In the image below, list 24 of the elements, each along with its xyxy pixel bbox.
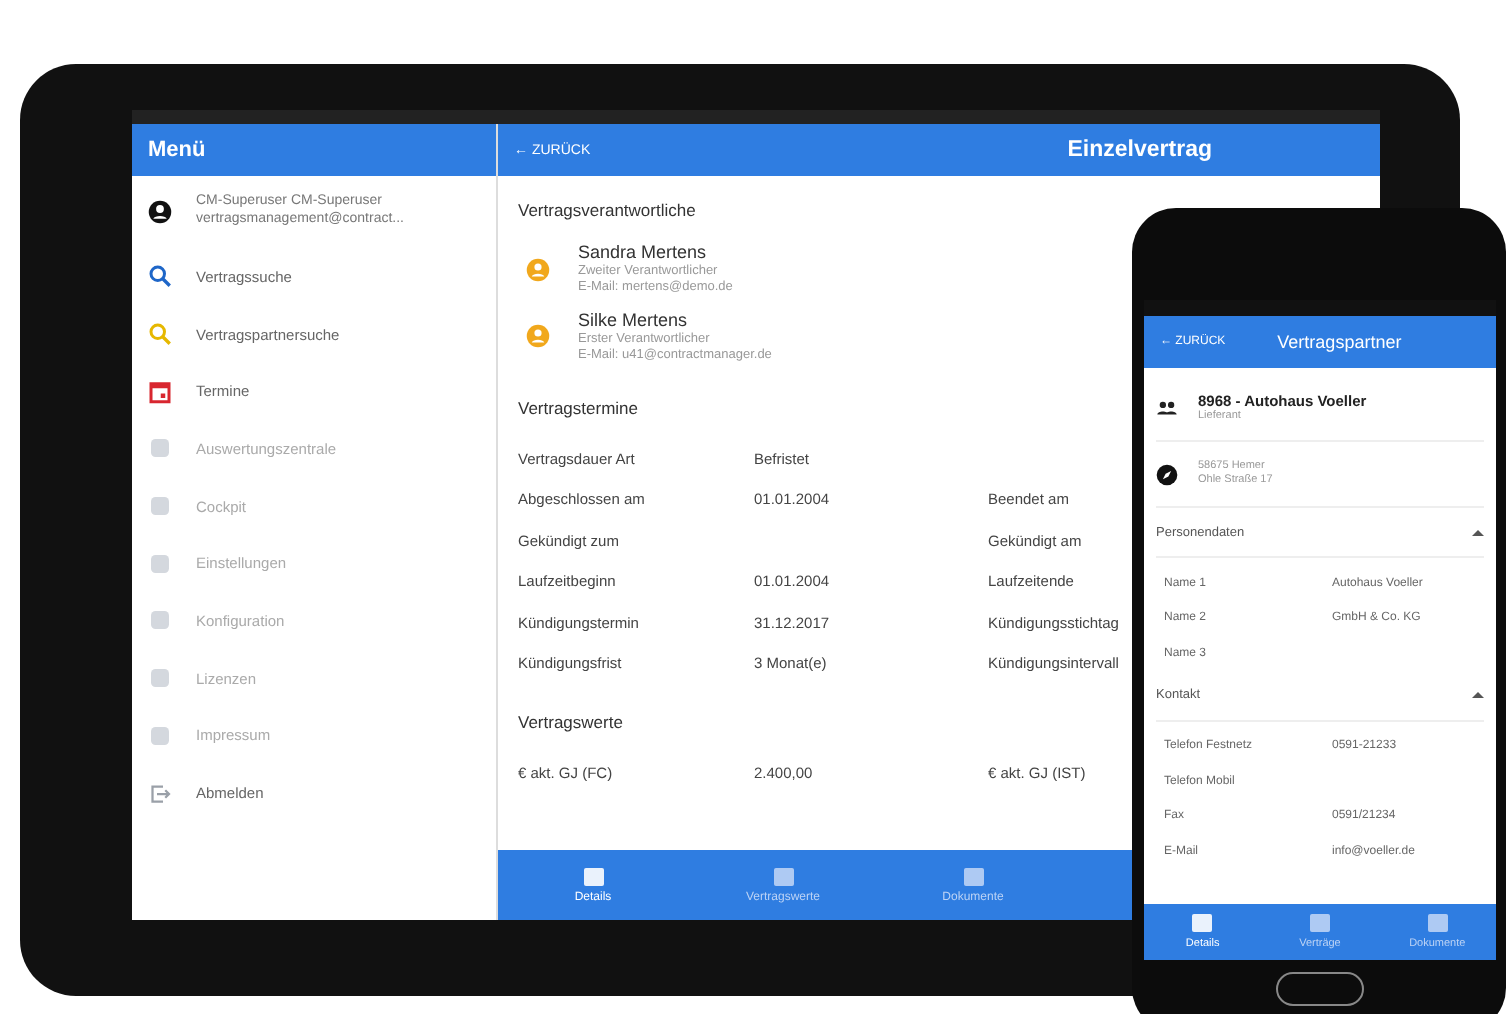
- section-heading: Vertragstermine: [518, 398, 638, 418]
- calendar-icon: [148, 379, 172, 404]
- menu-item-icon: [148, 436, 172, 461]
- menu-item-icon: [148, 551, 172, 576]
- group-icon: [1156, 397, 1178, 419]
- section-heading: Vertragsverantwortliche: [518, 200, 696, 220]
- menu-item-icon: [148, 666, 172, 691]
- page-title: Vertragspartner: [1277, 332, 1402, 352]
- person-name: Sandra Mertens: [578, 242, 709, 264]
- menu-title: Menü: [148, 138, 206, 162]
- logout-icon: [148, 781, 172, 806]
- menu-item-icon: [148, 608, 172, 633]
- section-heading: Vertragswerte: [518, 712, 623, 732]
- person-icon: [526, 257, 550, 282]
- home-button[interactable]: [1276, 972, 1364, 1006]
- person-name: Silke Mertens: [578, 309, 690, 332]
- search-icon: [148, 264, 172, 289]
- search-icon: [148, 322, 172, 347]
- menu-item-icon: [148, 494, 172, 519]
- person-icon: [526, 324, 550, 349]
- user-icon: [148, 200, 172, 224]
- page-title: Einzelvertrag: [1067, 138, 1212, 162]
- compass-icon: [1156, 463, 1178, 485]
- menu-item-icon: [148, 723, 172, 748]
